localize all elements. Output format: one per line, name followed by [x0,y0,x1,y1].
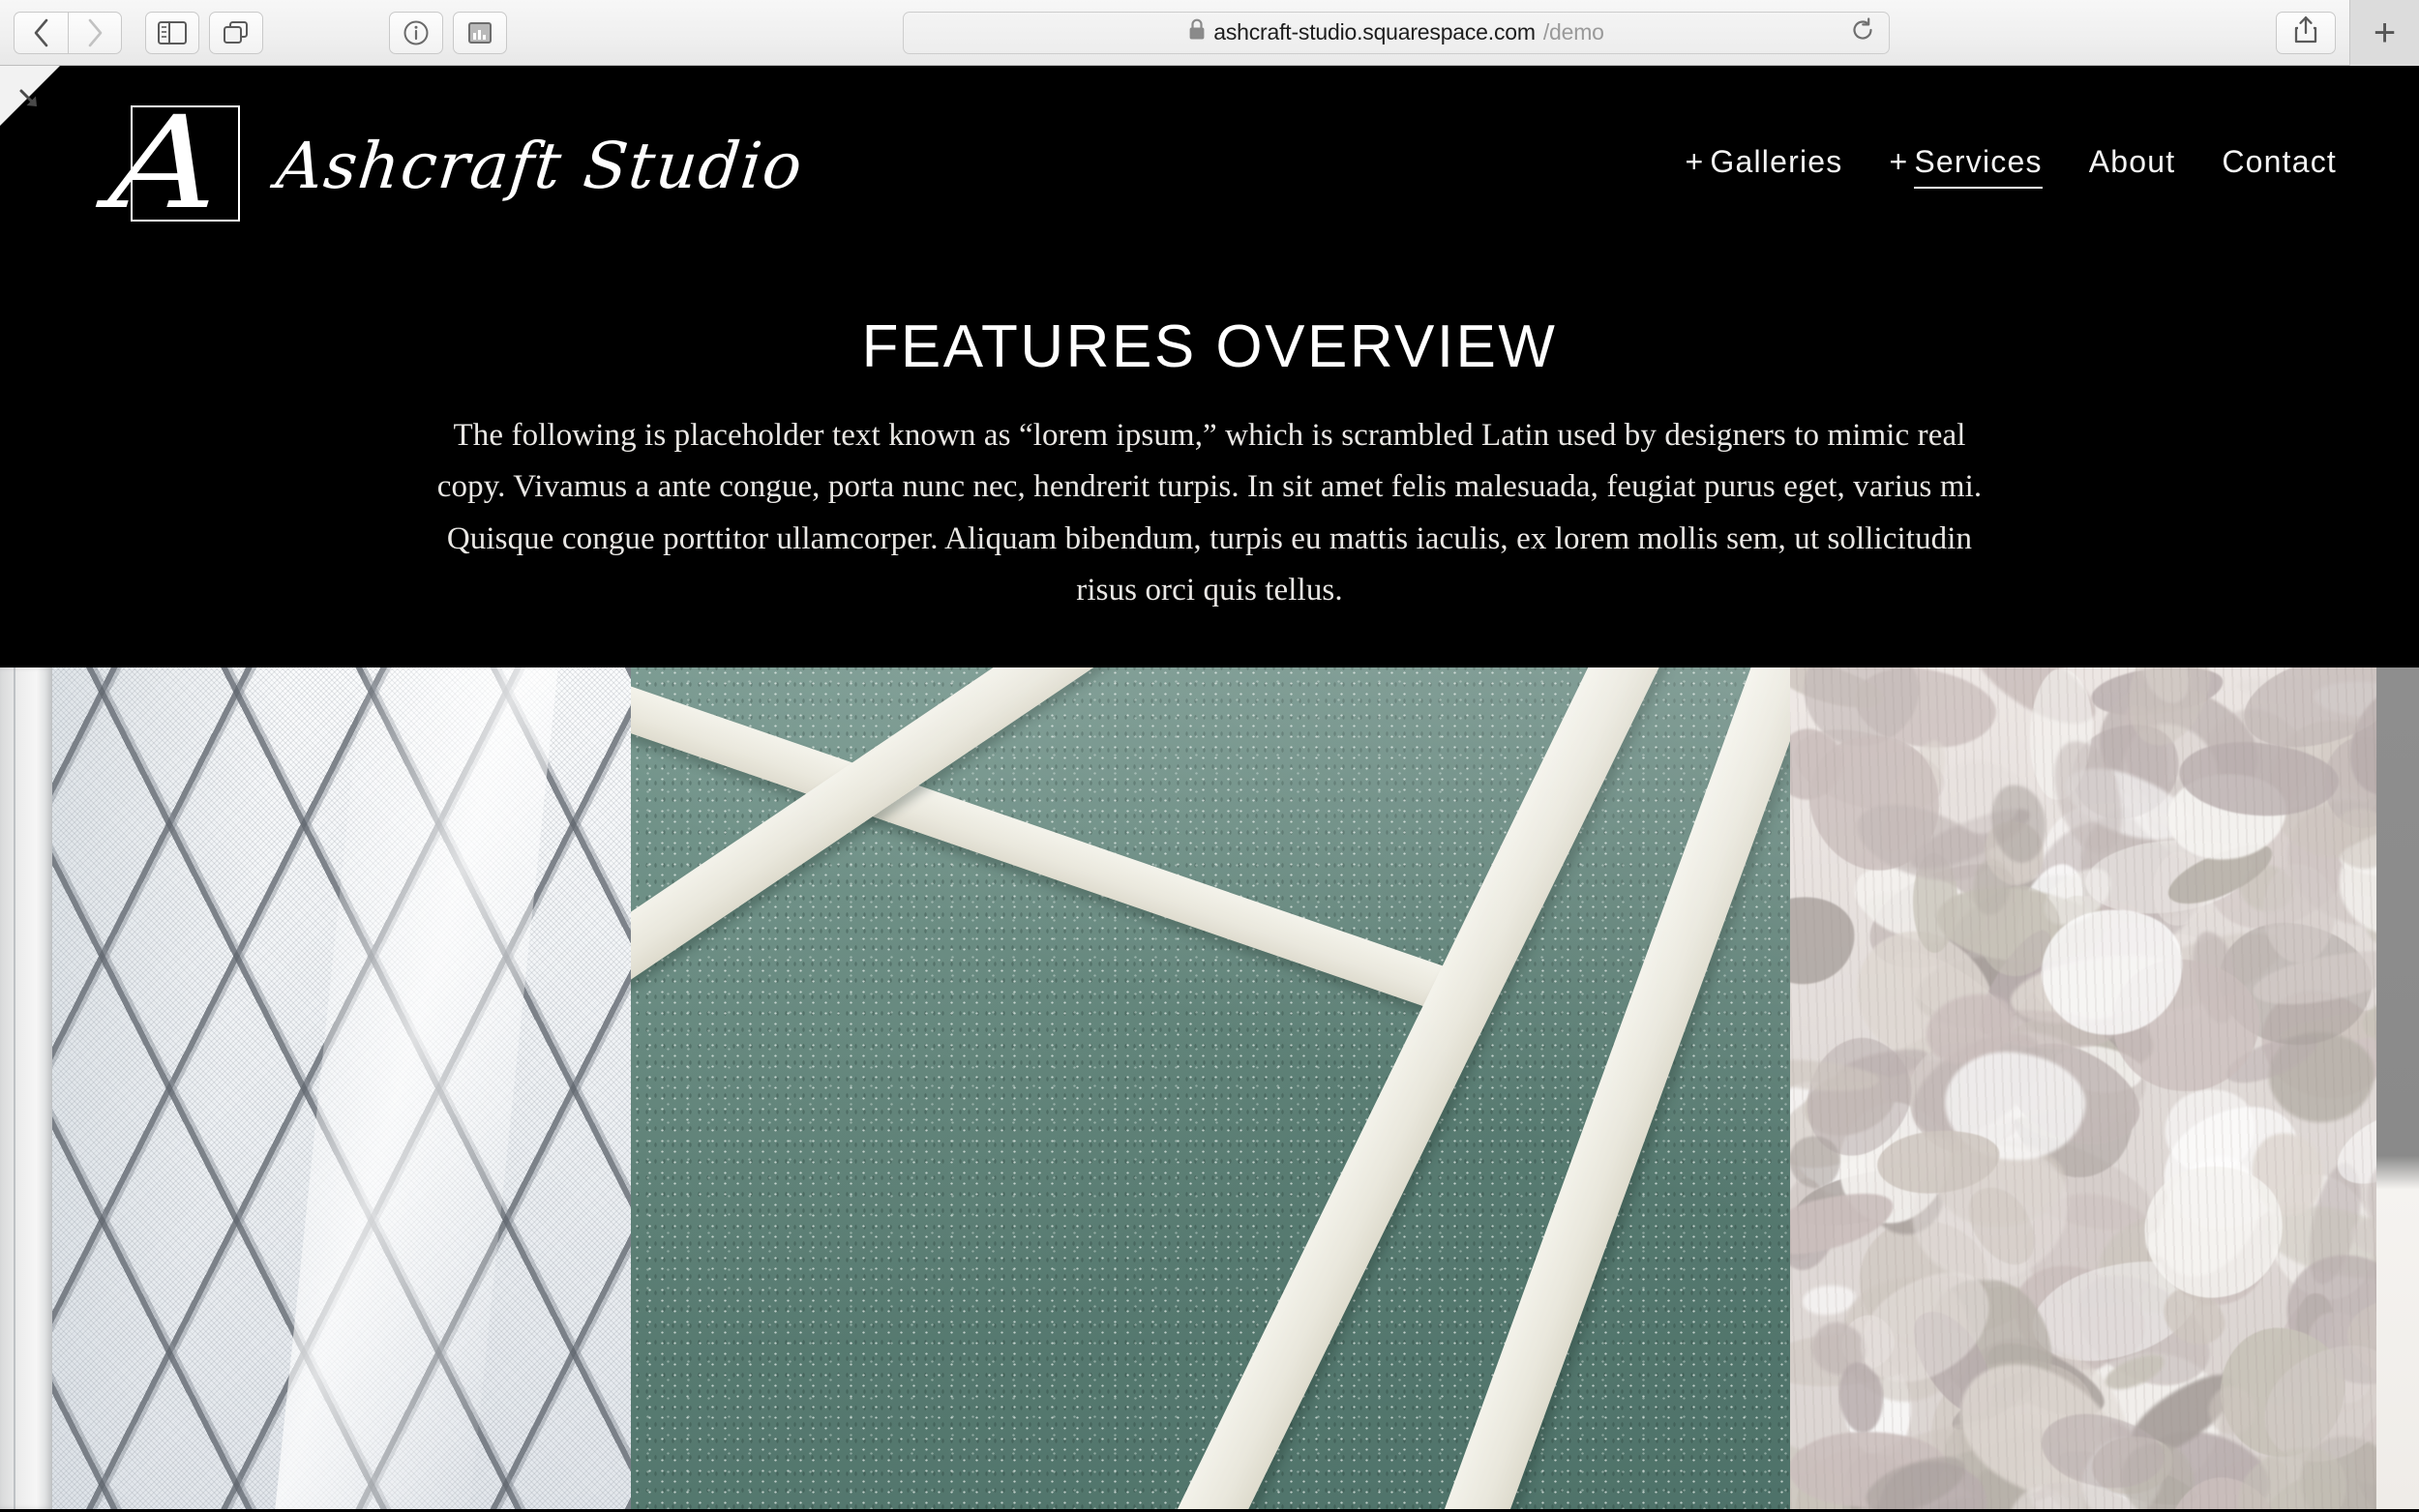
url-path: /demo [1542,19,1604,44]
page-title: FEATURES OVERVIEW [861,313,1558,380]
resize-diagonal-cursor-icon [15,85,45,119]
chevron-right-icon [84,16,105,49]
reload-icon [1850,17,1875,47]
nav-plus-galleries: + [1685,143,1705,179]
address-bar-container: ashcraft-studio.squarespace.com/demo [534,11,2258,54]
site-logo[interactable]: A Ashcraft Studio [85,89,807,238]
view-button-group [145,11,273,54]
info-button[interactable] [389,11,443,54]
browser-toolbar: ashcraft-studio.squarespace.com/demo + [0,0,2419,66]
share-icon [2293,15,2318,49]
toolbar-right-group: + [2276,0,2419,66]
monogram-letter: A [104,89,222,238]
nav-item-contact[interactable]: Contact [2222,144,2337,180]
bark-right-edge [2376,667,2419,1509]
sidebar-button[interactable] [145,11,199,54]
back-button[interactable] [14,11,68,54]
bark-texture-photo [1790,667,2419,1509]
reader-icon [466,20,493,45]
gallery-item-bark[interactable] [1790,667,2419,1509]
features-overview-section: FEATURES OVERVIEW The following is place… [0,261,2419,617]
nav-item-services[interactable]: + Services [1889,143,2043,189]
gallery-item-lattice[interactable] [0,667,631,1509]
ashcraft-monogram-icon: A [85,89,240,238]
image-gallery [0,667,2419,1509]
sidebar-icon [158,20,187,44]
info-circle-icon [403,19,430,46]
page-tools-group [389,11,517,54]
url-display: ashcraft-studio.squarespace.com/demo [1188,18,1604,46]
lattice-window-photo [0,667,631,1509]
webpage-viewport: A Ashcraft Studio + Galleries + Services A… [0,66,2419,1512]
logo-wordmark: Ashcraft Studio [273,129,807,203]
nav-label-galleries: Galleries [1710,143,1843,179]
nav-label-services: Services [1914,143,2043,189]
site-header: A Ashcraft Studio + Galleries + Services A… [0,66,2419,261]
nav-plus-services: + [1889,143,1909,179]
reader-button[interactable] [453,11,507,54]
share-button[interactable] [2276,11,2336,54]
nav-item-about[interactable]: About [2089,144,2176,180]
intro-paragraph: The following is placeholder text known … [436,418,1983,608]
chevron-left-icon [31,16,52,49]
turf-light-wash [631,667,1790,1509]
address-bar[interactable]: ashcraft-studio.squarespace.com/demo [903,11,1890,54]
gallery-item-track[interactable] [631,667,1790,1509]
forward-button[interactable] [68,11,122,54]
tab-overview-button[interactable] [209,11,263,54]
nav-item-galleries[interactable]: + Galleries [1686,144,1843,180]
url-host: ashcraft-studio.squarespace.com [1213,19,1536,44]
tab-overview-icon [223,20,250,45]
reload-button[interactable] [1846,16,1879,49]
nav-button-group [14,11,132,54]
window-frame-edge [0,667,52,1509]
main-navigation: + Galleries + Services About Contact [1686,143,2337,189]
nav-label-about: About [2088,143,2176,179]
green-track-photo [631,667,1790,1509]
lock-icon [1188,18,1206,46]
bark-grain-texture [1790,667,2419,1509]
nav-label-contact: Contact [2222,143,2337,179]
new-tab-button[interactable]: + [2349,0,2419,66]
